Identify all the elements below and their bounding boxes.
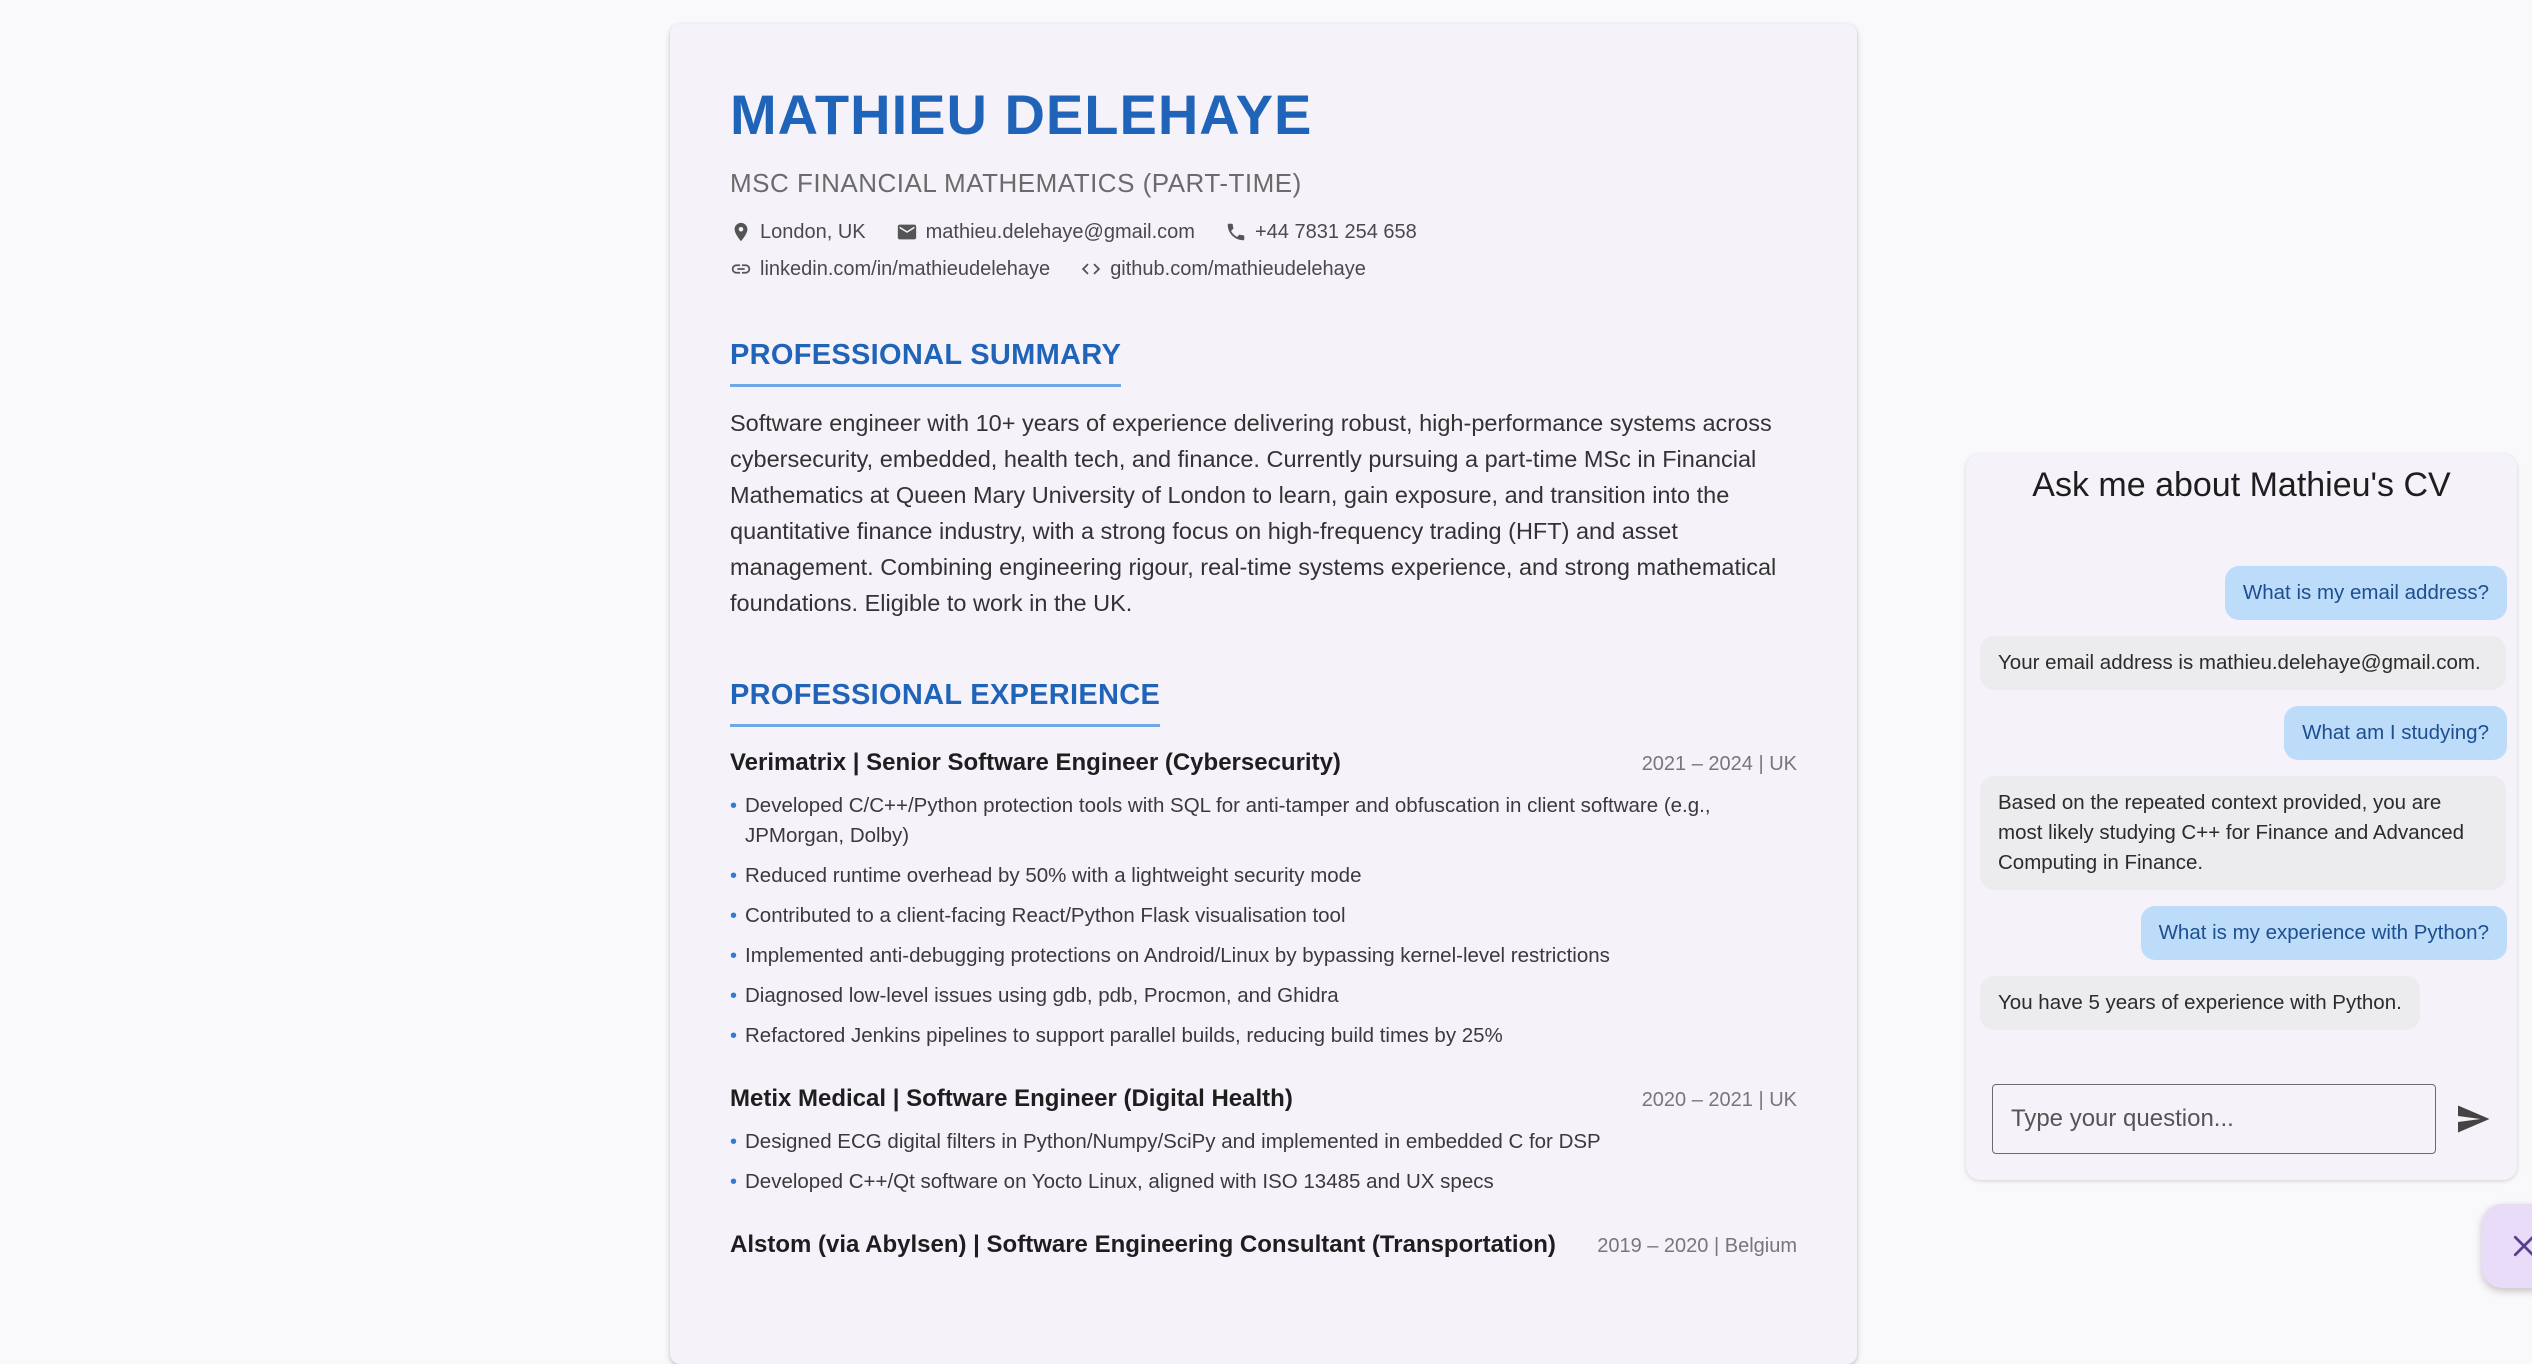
job-bullets: Designed ECG digital filters in Python/N… <box>730 1127 1797 1197</box>
contact-linkedin[interactable]: linkedin.com/in/mathieudelehaye <box>730 258 1050 281</box>
job-title: Metix Medical | Software Engineer (Digit… <box>730 1084 1293 1112</box>
link-icon <box>731 264 751 274</box>
send-button[interactable] <box>2448 1094 2498 1144</box>
chat-messages[interactable]: What is my email address? Your email add… <box>1980 566 2507 1046</box>
summary-text: Software engineer with 10+ years of expe… <box>730 409 1777 616</box>
job-header: Alstom (via Abylsen) | Software Engineer… <box>730 1231 1797 1259</box>
job-entry: Verimatrix | Senior Software Engineer (C… <box>730 749 1797 1051</box>
send-icon <box>2458 1105 2490 1133</box>
contact-location: London, UK <box>730 221 866 244</box>
job-header: Verimatrix | Senior Software Engineer (C… <box>730 749 1797 777</box>
job-bullet: Implemented anti-debugging protections o… <box>730 941 1797 971</box>
job-title: Verimatrix | Senior Software Engineer (C… <box>730 748 1341 776</box>
job-dates: 2019 – 2020 | Belgium <box>1597 1234 1797 1257</box>
email-link[interactable]: mathieu.delehaye@gmail.com <box>926 221 1195 244</box>
cv-name: MATHIEU DELEHAYE <box>730 83 1313 146</box>
phone-link[interactable]: +44 7831 254 658 <box>1255 221 1417 244</box>
chat-input-row <box>1992 1084 2498 1154</box>
github-link[interactable]: github.com/mathieudelehaye <box>1110 258 1366 281</box>
bot-message: Based on the repeated context provided, … <box>1980 776 2506 890</box>
mail-icon <box>897 224 916 240</box>
contact-github[interactable]: github.com/mathieudelehaye <box>1080 258 1366 281</box>
job-bullet: Refactored Jenkins pipelines to support … <box>730 1021 1797 1051</box>
job-entry: Alstom (via Abylsen) | Software Engineer… <box>730 1231 1797 1259</box>
job-bullet: Contributed to a client-facing React/Pyt… <box>730 901 1797 931</box>
map-pin-icon <box>734 222 748 242</box>
user-message: What am I studying? <box>2284 706 2507 760</box>
user-message: What is my email address? <box>2224 566 2507 620</box>
location-text: London, UK <box>760 220 866 243</box>
job-bullet: Designed ECG digital filters in Python/N… <box>730 1127 1797 1157</box>
phone-icon <box>1227 223 1245 241</box>
question-input[interactable] <box>1992 1084 2436 1154</box>
job-dates: 2020 – 2021 | UK <box>1641 1088 1797 1111</box>
linkedin-link[interactable]: linkedin.com/in/mathieudelehaye <box>760 258 1050 281</box>
user-message: What is my experience with Python? <box>2140 906 2507 960</box>
bot-message: Your email address is mathieu.delehaye@g… <box>1980 636 2506 690</box>
job-title: Alstom (via Abylsen) | Software Engineer… <box>730 1230 1556 1258</box>
code-icon <box>1082 263 1101 275</box>
cv-subtitle: MSC FINANCIAL MATHEMATICS (PART-TIME) <box>730 167 1302 198</box>
contact-row-primary: London, UK mathieu.delehaye@gmail.com +4… <box>730 221 1797 244</box>
contact-row-links: linkedin.com/in/mathieudelehaye github.c… <box>730 258 1797 281</box>
cv-card: MATHIEU DELEHAYE MSC FINANCIAL MATHEMATI… <box>670 24 1857 1364</box>
close-chat-button[interactable] <box>2482 1204 2532 1288</box>
job-bullet: Reduced runtime overhead by 50% with a l… <box>730 861 1797 891</box>
chat-panel: Ask me about Mathieu's CV What is my ema… <box>1966 454 2517 1180</box>
contact-phone[interactable]: +44 7831 254 658 <box>1225 221 1417 244</box>
job-bullet: Diagnosed low-level issues using gdb, pd… <box>730 981 1797 1011</box>
job-bullets: Developed C/C++/Python protection tools … <box>730 791 1797 1051</box>
chat-title: Ask me about Mathieu's CV <box>2032 466 2451 504</box>
summary-heading: PROFESSIONAL SUMMARY <box>730 339 1122 387</box>
job-header: Metix Medical | Software Engineer (Digit… <box>730 1085 1797 1113</box>
job-entry: Metix Medical | Software Engineer (Digit… <box>730 1085 1797 1197</box>
bot-message: You have 5 years of experience with Pyth… <box>1980 976 2420 1030</box>
job-dates: 2021 – 2024 | UK <box>1641 752 1797 775</box>
job-bullet: Developed C/C++/Python protection tools … <box>730 791 1797 851</box>
contact-email[interactable]: mathieu.delehaye@gmail.com <box>896 221 1195 244</box>
close-icon <box>2513 1235 2532 1257</box>
job-bullet: Developed C++/Qt software on Yocto Linux… <box>730 1167 1797 1197</box>
experience-heading: PROFESSIONAL EXPERIENCE <box>730 679 1161 727</box>
